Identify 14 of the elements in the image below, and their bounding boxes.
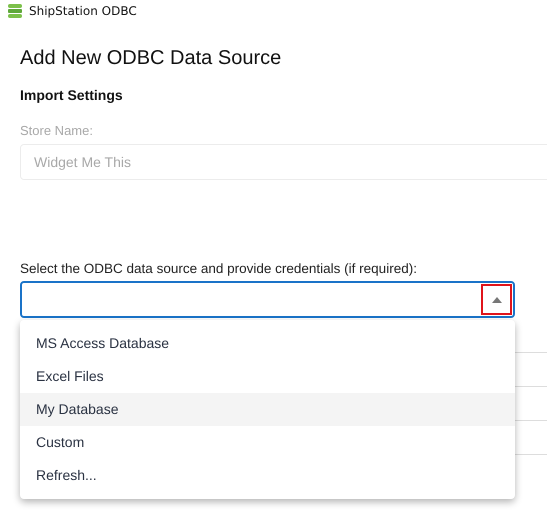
menu-item[interactable]: My Database <box>20 393 515 426</box>
menu-item[interactable]: Refresh... <box>20 459 515 492</box>
data-source-dropdown[interactable] <box>20 281 515 318</box>
menu-item[interactable]: Custom <box>20 426 515 459</box>
menu-item[interactable]: Excel Files <box>20 360 515 393</box>
field-label: Store Name: <box>20 122 94 139</box>
database-icon <box>7 3 23 19</box>
caret-icon <box>492 296 502 302</box>
field-label: Select the ODBC data source and provide credentials (if required): <box>20 260 418 278</box>
section-heading: Import Settings <box>20 86 124 104</box>
menu-item[interactable]: MS Access Database <box>20 327 515 360</box>
page-heading: Add New ODBC Data Source <box>20 46 282 71</box>
window-title: ShipStation ODBC <box>29 4 137 18</box>
dropdown-toggle[interactable] <box>481 284 512 315</box>
